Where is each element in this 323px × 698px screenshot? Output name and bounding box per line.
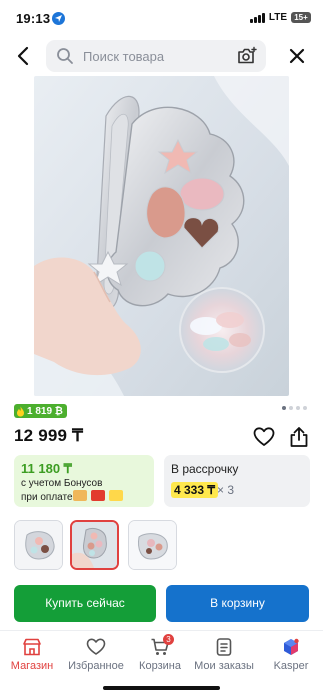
battery-icon: 15+	[291, 12, 311, 23]
camera-search-button[interactable]	[236, 46, 258, 66]
nav-item-orders[interactable]: Мои заказы	[192, 637, 256, 673]
kasper-icon	[281, 637, 301, 657]
camera-icon	[238, 46, 257, 64]
gallery-pagination	[282, 406, 307, 410]
bonus-note-line1: с учетом Бонусов	[21, 478, 103, 489]
search-input[interactable]: Поиск товара	[46, 40, 266, 72]
status-time: 19:13	[16, 11, 51, 26]
payment-logo-icon	[91, 490, 105, 501]
heart-icon	[253, 427, 275, 446]
bonus-price: 11 180 ₸	[21, 461, 72, 476]
nav-label: Корзина	[139, 660, 181, 672]
search-placeholder: Поиск товара	[83, 49, 165, 64]
gallery-dot	[282, 406, 286, 410]
installment-card[interactable]: В рассрочку 4 333 ₸ × 3	[164, 455, 310, 507]
network-type: LTE	[268, 12, 287, 23]
nav-label: Kasper	[273, 660, 309, 672]
nav-label: Магазин	[10, 660, 54, 672]
heart-icon	[86, 637, 106, 657]
share-button[interactable]	[289, 426, 309, 448]
variant-thumbnail-selected[interactable]	[70, 520, 119, 570]
installment-times: × 3	[217, 483, 235, 497]
search-icon	[57, 48, 73, 64]
bonus-count: 1 819 ₿	[27, 405, 63, 417]
chevron-left-icon	[17, 46, 29, 66]
nav-item-shop[interactable]: Магазин	[0, 637, 64, 673]
cart-icon: 3	[150, 634, 174, 657]
product-price: 12 999 ₸	[14, 426, 84, 445]
variant-thumbnail[interactable]	[128, 520, 177, 570]
bonus-badge: 1 819 ₿	[14, 404, 67, 418]
gallery-dot	[296, 406, 300, 410]
orders-icon	[214, 637, 234, 657]
home-indicator	[103, 686, 220, 690]
signal-icon	[249, 12, 265, 23]
back-button[interactable]	[12, 44, 36, 68]
bonus-note-line2: при оплате	[21, 492, 73, 503]
gallery-dot	[303, 406, 307, 410]
location-arrow-icon	[52, 12, 65, 25]
installment-title: В рассрочку	[171, 462, 239, 476]
add-to-cart-button[interactable]: В корзину	[166, 585, 309, 622]
nav-item-favorites[interactable]: Избранное	[64, 637, 128, 673]
variant-thumbnail[interactable]	[14, 520, 63, 570]
close-icon	[289, 48, 305, 64]
nav-item-kasper[interactable]: Kasper	[259, 637, 323, 673]
close-button[interactable]	[285, 44, 309, 68]
payment-logo-icon	[109, 490, 123, 501]
status-indicators: LTE 15+	[249, 12, 311, 23]
favorite-button[interactable]	[253, 427, 275, 447]
nav-item-cart[interactable]: 3 Корзина	[128, 634, 192, 673]
payment-logo-icon	[73, 490, 87, 501]
product-image[interactable]	[34, 76, 289, 396]
flame-icon	[17, 406, 24, 416]
share-icon	[290, 427, 308, 447]
bonus-price-card[interactable]: 11 180 ₸ с учетом Бонусов при оплате	[14, 455, 154, 507]
payment-logos	[73, 490, 123, 501]
installment-amount: 4 333 ₸	[171, 482, 218, 498]
nav-label: Избранное	[68, 660, 124, 672]
header: Поиск товара	[0, 38, 323, 76]
cart-count-badge: 3	[163, 634, 174, 645]
gallery-dot	[289, 406, 293, 410]
status-bar: 19:13 LTE 15+	[0, 0, 323, 36]
buy-now-button[interactable]: Купить сейчас	[14, 585, 156, 622]
nav-label: Мои заказы	[194, 660, 254, 672]
shop-icon	[22, 637, 42, 657]
